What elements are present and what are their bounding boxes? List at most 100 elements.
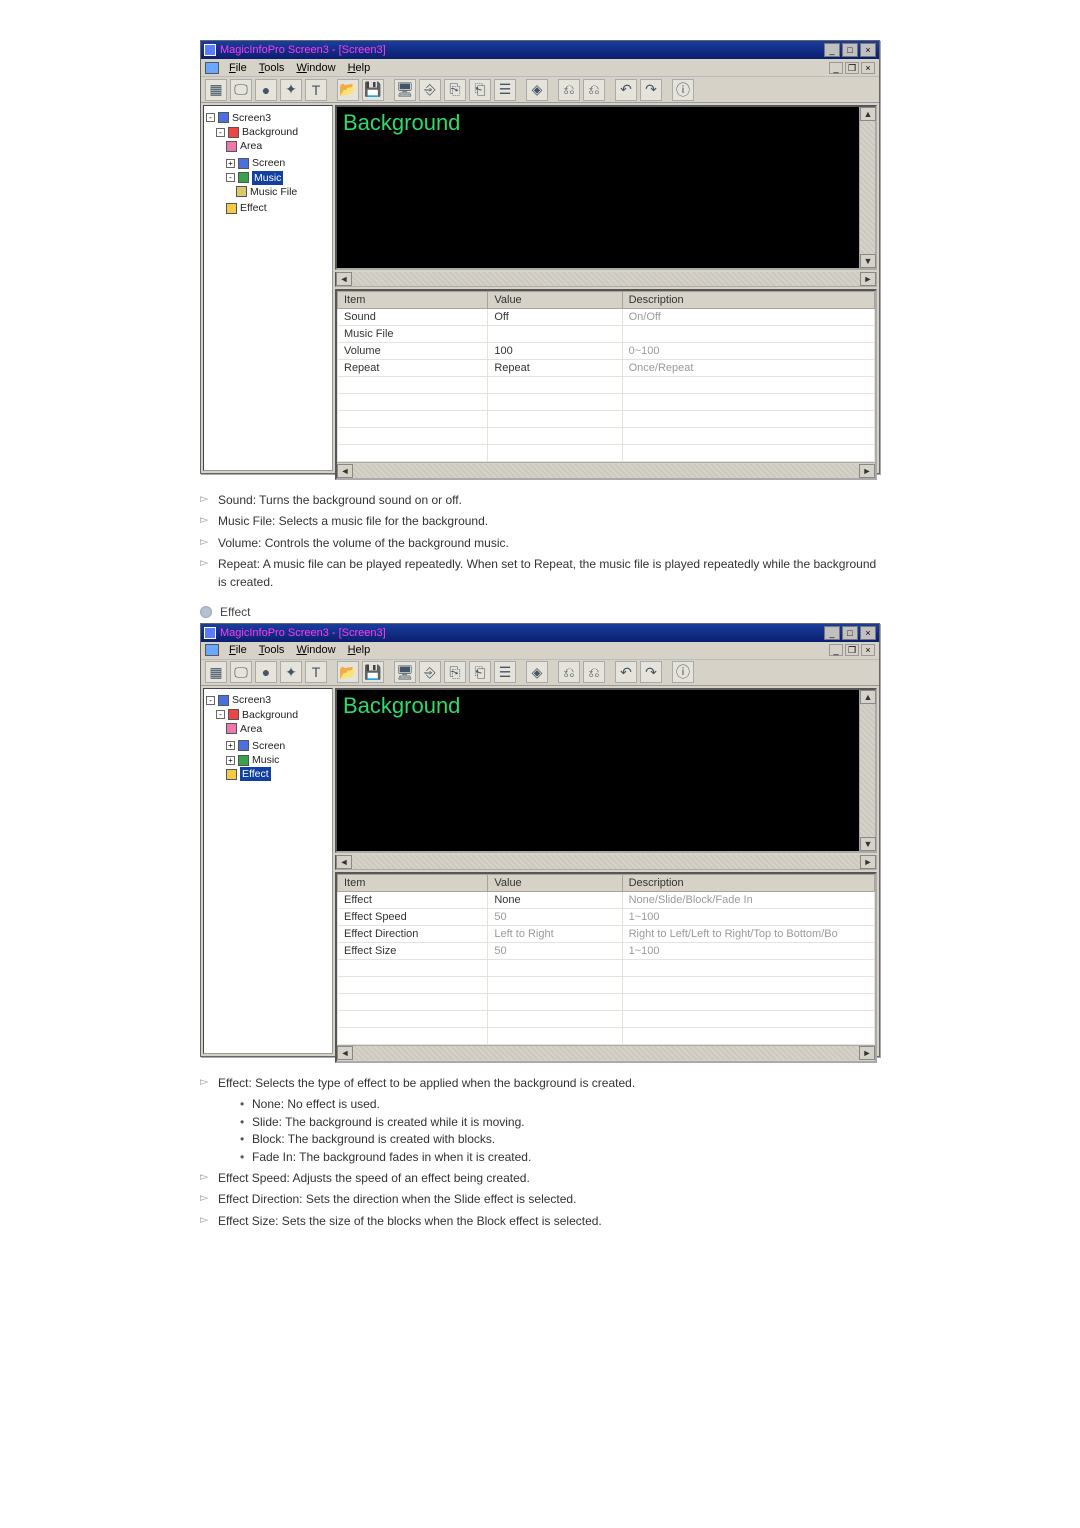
close-button[interactable]: × xyxy=(860,43,876,57)
list-icon[interactable]: ☰ xyxy=(494,79,516,101)
col-item[interactable]: Item xyxy=(338,292,488,309)
gem-icon[interactable]: ◈ xyxy=(526,79,548,101)
save-icon[interactable]: 💾 xyxy=(362,661,384,683)
send-back-icon[interactable]: ⎌ xyxy=(583,661,605,683)
canvas-v-scrollbar[interactable]: ▲ ▼ xyxy=(859,107,875,268)
menu-window[interactable]: Window xyxy=(292,644,339,656)
titlebar[interactable]: MagicInfoPro Screen3 - [Screen3] _ □ × xyxy=(201,624,879,642)
tree-background[interactable]: -Background xyxy=(216,708,298,722)
maximize-button[interactable]: □ xyxy=(842,626,858,640)
layer-front-icon[interactable]: ⎆ xyxy=(419,661,441,683)
list-icon[interactable]: ☰ xyxy=(494,661,516,683)
tree-music-file[interactable]: Music File xyxy=(236,185,297,199)
canvas-h-scrollbar[interactable]: ◄ ► xyxy=(335,272,877,287)
tree-music[interactable]: -Music xyxy=(226,171,283,185)
tree-root[interactable]: -Screen3 xyxy=(206,693,271,707)
display-icon[interactable]: 🖥 xyxy=(394,79,416,101)
scroll-left-button[interactable]: ◄ xyxy=(336,272,352,286)
canvas[interactable]: Background ▲ ▼ xyxy=(335,105,877,270)
redo-icon[interactable]: ↷ xyxy=(640,661,662,683)
canvas[interactable]: Background ▲ ▼ xyxy=(335,688,877,853)
scroll-down-button[interactable]: ▼ xyxy=(860,837,876,851)
stop-icon[interactable]: ● xyxy=(255,661,277,683)
minimize-button[interactable]: _ xyxy=(824,43,840,57)
tree-area[interactable]: Area xyxy=(226,722,262,736)
mdi-restore-button[interactable]: ❐ xyxy=(845,62,859,74)
mdi-min-button[interactable]: _ xyxy=(829,62,843,74)
grid-scroll-left[interactable]: ◄ xyxy=(337,1046,353,1060)
tree-area[interactable]: Area xyxy=(226,139,262,153)
grid-h-scrollbar[interactable]: ◄ ► xyxy=(337,1045,875,1061)
wand-icon[interactable]: ✦ xyxy=(280,79,302,101)
folder-icon[interactable]: 📂 xyxy=(337,661,359,683)
scroll-right-button[interactable]: ► xyxy=(860,855,876,869)
text-icon[interactable]: T xyxy=(305,79,327,101)
bring-front-icon[interactable]: ⎌ xyxy=(558,661,580,683)
layer-front-icon[interactable]: ⎆ xyxy=(419,79,441,101)
layer-mid-icon[interactable]: ⎘ xyxy=(444,661,466,683)
close-button[interactable]: × xyxy=(860,626,876,640)
layer-mid-icon[interactable]: ⎘ xyxy=(444,79,466,101)
menu-help[interactable]: Help xyxy=(344,62,375,74)
mdi-restore-button[interactable]: ❐ xyxy=(845,644,859,656)
col-value[interactable]: Value xyxy=(488,292,622,309)
layer-back-icon[interactable]: ⎗ xyxy=(469,661,491,683)
scroll-up-button[interactable]: ▲ xyxy=(860,107,876,121)
grid-scroll-right[interactable]: ► xyxy=(859,1046,875,1060)
folder-icon[interactable]: 📂 xyxy=(337,79,359,101)
mdi-close-button[interactable]: × xyxy=(861,62,875,74)
menu-tools[interactable]: Tools xyxy=(255,62,289,74)
wand-icon[interactable]: ✦ xyxy=(280,661,302,683)
menu-tools[interactable]: Tools xyxy=(255,644,289,656)
menu-file[interactable]: File xyxy=(225,62,251,74)
bullet-text: Effect Direction: Sets the direction whe… xyxy=(218,1191,880,1208)
scroll-down-button[interactable]: ▼ xyxy=(860,254,876,268)
redo-icon[interactable]: ↷ xyxy=(640,79,662,101)
menu-help[interactable]: Help xyxy=(344,644,375,656)
canvas-h-scrollbar[interactable]: ◄ ► xyxy=(335,855,877,870)
grid-row: EffectNoneNone/Slide/Block/Fade In xyxy=(338,891,875,908)
info-icon[interactable]: ⓘ xyxy=(672,79,694,101)
mdi-min-button[interactable]: _ xyxy=(829,644,843,656)
send-back-icon[interactable]: ⎌ xyxy=(583,79,605,101)
gem-icon[interactable]: ◈ xyxy=(526,661,548,683)
col-value[interactable]: Value xyxy=(488,874,622,891)
new-icon[interactable]: ▦ xyxy=(205,661,227,683)
tree-music[interactable]: +Music xyxy=(226,753,279,767)
menu-file[interactable]: File xyxy=(225,644,251,656)
col-item[interactable]: Item xyxy=(338,874,488,891)
canvas-v-scrollbar[interactable]: ▲ ▼ xyxy=(859,690,875,851)
undo-icon[interactable]: ↶ xyxy=(615,661,637,683)
display-icon[interactable]: 🖥 xyxy=(394,661,416,683)
titlebar[interactable]: MagicInfoPro Screen3 - [Screen3] _ □ × xyxy=(201,41,879,59)
grid-scroll-left[interactable]: ◄ xyxy=(337,464,353,478)
scroll-left-button[interactable]: ◄ xyxy=(336,855,352,869)
tree-screen[interactable]: +Screen xyxy=(226,739,285,753)
menu-window[interactable]: Window xyxy=(292,62,339,74)
monitor-icon[interactable]: 🖵 xyxy=(230,79,252,101)
scroll-right-button[interactable]: ► xyxy=(860,272,876,286)
bring-front-icon[interactable]: ⎌ xyxy=(558,79,580,101)
col-description[interactable]: Description xyxy=(622,874,874,891)
undo-icon[interactable]: ↶ xyxy=(615,79,637,101)
monitor-icon[interactable]: 🖵 xyxy=(230,661,252,683)
save-icon[interactable]: 💾 xyxy=(362,79,384,101)
text-icon[interactable]: T xyxy=(305,661,327,683)
layer-back-icon[interactable]: ⎗ xyxy=(469,79,491,101)
scroll-up-button[interactable]: ▲ xyxy=(860,690,876,704)
tree-effect[interactable]: Effect xyxy=(226,767,271,781)
info-icon[interactable]: ⓘ xyxy=(672,661,694,683)
tree-root[interactable]: -Screen3 xyxy=(206,111,271,125)
grid-h-scrollbar[interactable]: ◄ ► xyxy=(337,462,875,478)
bullet-icon: ▻ xyxy=(200,513,218,529)
mdi-close-button[interactable]: × xyxy=(861,644,875,656)
maximize-button[interactable]: □ xyxy=(842,43,858,57)
stop-icon[interactable]: ● xyxy=(255,79,277,101)
tree-screen[interactable]: +Screen xyxy=(226,156,285,170)
new-icon[interactable]: ▦ xyxy=(205,79,227,101)
col-description[interactable]: Description xyxy=(622,292,874,309)
minimize-button[interactable]: _ xyxy=(824,626,840,640)
grid-scroll-right[interactable]: ► xyxy=(859,464,875,478)
tree-effect[interactable]: Effect xyxy=(226,201,267,215)
tree-background[interactable]: -Background xyxy=(216,125,298,139)
